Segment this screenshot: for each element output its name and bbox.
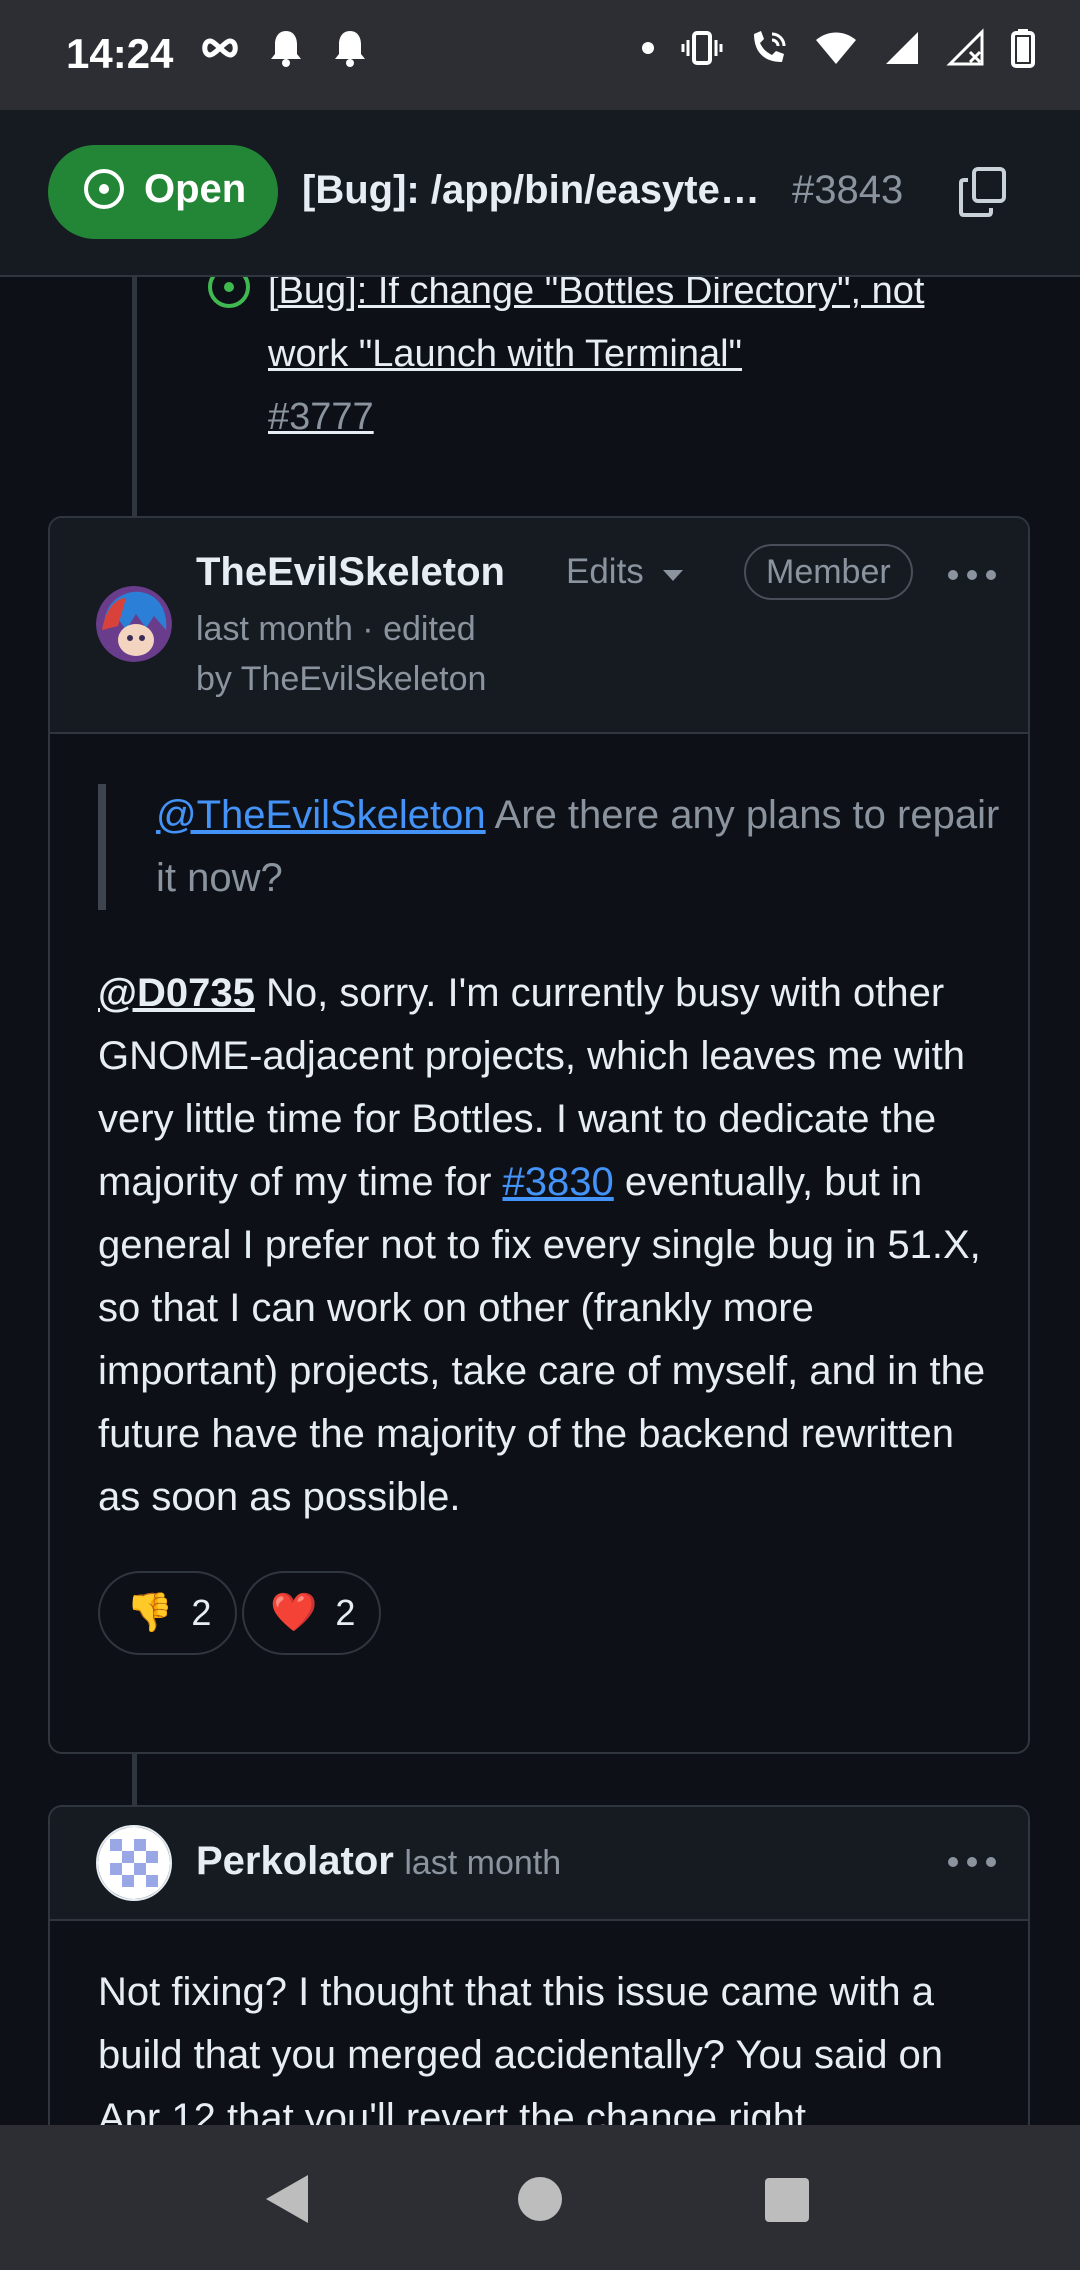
quoted-reply: @TheEvilSkeleton Are there any plans to … — [98, 784, 1016, 910]
thumbs-down-icon: 👎 — [126, 1592, 174, 1634]
comment-card: TheEvilSkeleton last month · edited by T… — [48, 516, 1030, 1754]
recents-icon[interactable] — [764, 2177, 810, 2228]
issue-number: #3843 — [792, 168, 904, 212]
notification-bell-icon-2 — [332, 28, 368, 68]
avatar[interactable] — [96, 1825, 172, 1901]
comment-timestamp[interactable]: last month · edited — [196, 604, 486, 654]
copy-icon[interactable] — [958, 166, 1008, 223]
comment-body: @D0735 No, sorry. I'm currently busy wit… — [98, 962, 988, 1529]
triangle-down-icon — [662, 552, 684, 592]
comment-body: Not fixing? I thought that this issue ca… — [98, 1970, 944, 2140]
role-badge: Member — [744, 544, 913, 600]
home-icon[interactable] — [516, 2175, 564, 2228]
comment-body-text-2: eventually, but in general I prefer not … — [98, 1160, 986, 1519]
kebab-menu-icon[interactable] — [948, 570, 996, 580]
reaction-count: 2 — [191, 1592, 212, 1633]
timeline-line — [132, 277, 137, 517]
heart-icon: ❤️ — [270, 1592, 318, 1634]
referenced-issue-number[interactable]: #3777 — [268, 396, 374, 438]
battery-icon — [1010, 28, 1036, 68]
signal-no-service-icon — [946, 28, 986, 68]
comment-edited-by: by TheEvilSkeleton — [196, 660, 487, 698]
kebab-menu-icon[interactable] — [948, 1857, 996, 1867]
reaction-count: 2 — [335, 1592, 356, 1633]
notification-bell-icon — [268, 28, 304, 68]
issue-header: Open [Bug]: /app/bin/easyterm.py not fou… — [0, 110, 1080, 277]
dot-icon — [640, 40, 656, 56]
edits-label: Edits — [566, 552, 644, 591]
issue-link[interactable]: #3830 — [503, 1160, 614, 1204]
wifi-calling-icon — [748, 28, 790, 68]
avatar[interactable] — [96, 586, 172, 662]
issue-state-label: Open — [144, 167, 247, 211]
comment-header: TheEvilSkeleton last month · edited by T… — [50, 518, 1028, 734]
issue-title: [Bug]: /app/bin/easyterm.py not found — [302, 168, 772, 212]
comment-author[interactable]: Perkolator — [196, 1839, 394, 1883]
referenced-issue-title[interactable]: [Bug]: If change "Bottles Directory", no… — [268, 270, 924, 375]
back-icon[interactable] — [262, 2173, 310, 2230]
status-time: 14:24 — [66, 30, 174, 77]
reaction-heart[interactable]: ❤️ 2 — [242, 1571, 382, 1655]
wifi-icon — [814, 28, 858, 68]
navigation-bar — [0, 2125, 1080, 2270]
comment-author[interactable]: TheEvilSkeleton — [196, 550, 505, 595]
issue-open-icon — [84, 169, 124, 209]
vibrate-icon — [680, 28, 724, 68]
edits-dropdown[interactable]: Edits — [566, 552, 684, 592]
issue-state-badge: Open — [48, 145, 278, 239]
user-mention-link[interactable]: @D0735 — [98, 971, 255, 1015]
comment-timestamp[interactable]: last month — [404, 1844, 561, 1882]
comment-header: Perkolator last month — [50, 1807, 1028, 1921]
status-bar: 14:24 — [0, 0, 1080, 110]
reaction-thumbs-down[interactable]: 👎 2 — [98, 1571, 238, 1655]
infinity-icon — [200, 28, 240, 68]
timeline-line-2 — [132, 1754, 137, 1806]
quote-mention-link[interactable]: @TheEvilSkeleton — [156, 793, 486, 837]
signal-icon — [882, 28, 922, 68]
